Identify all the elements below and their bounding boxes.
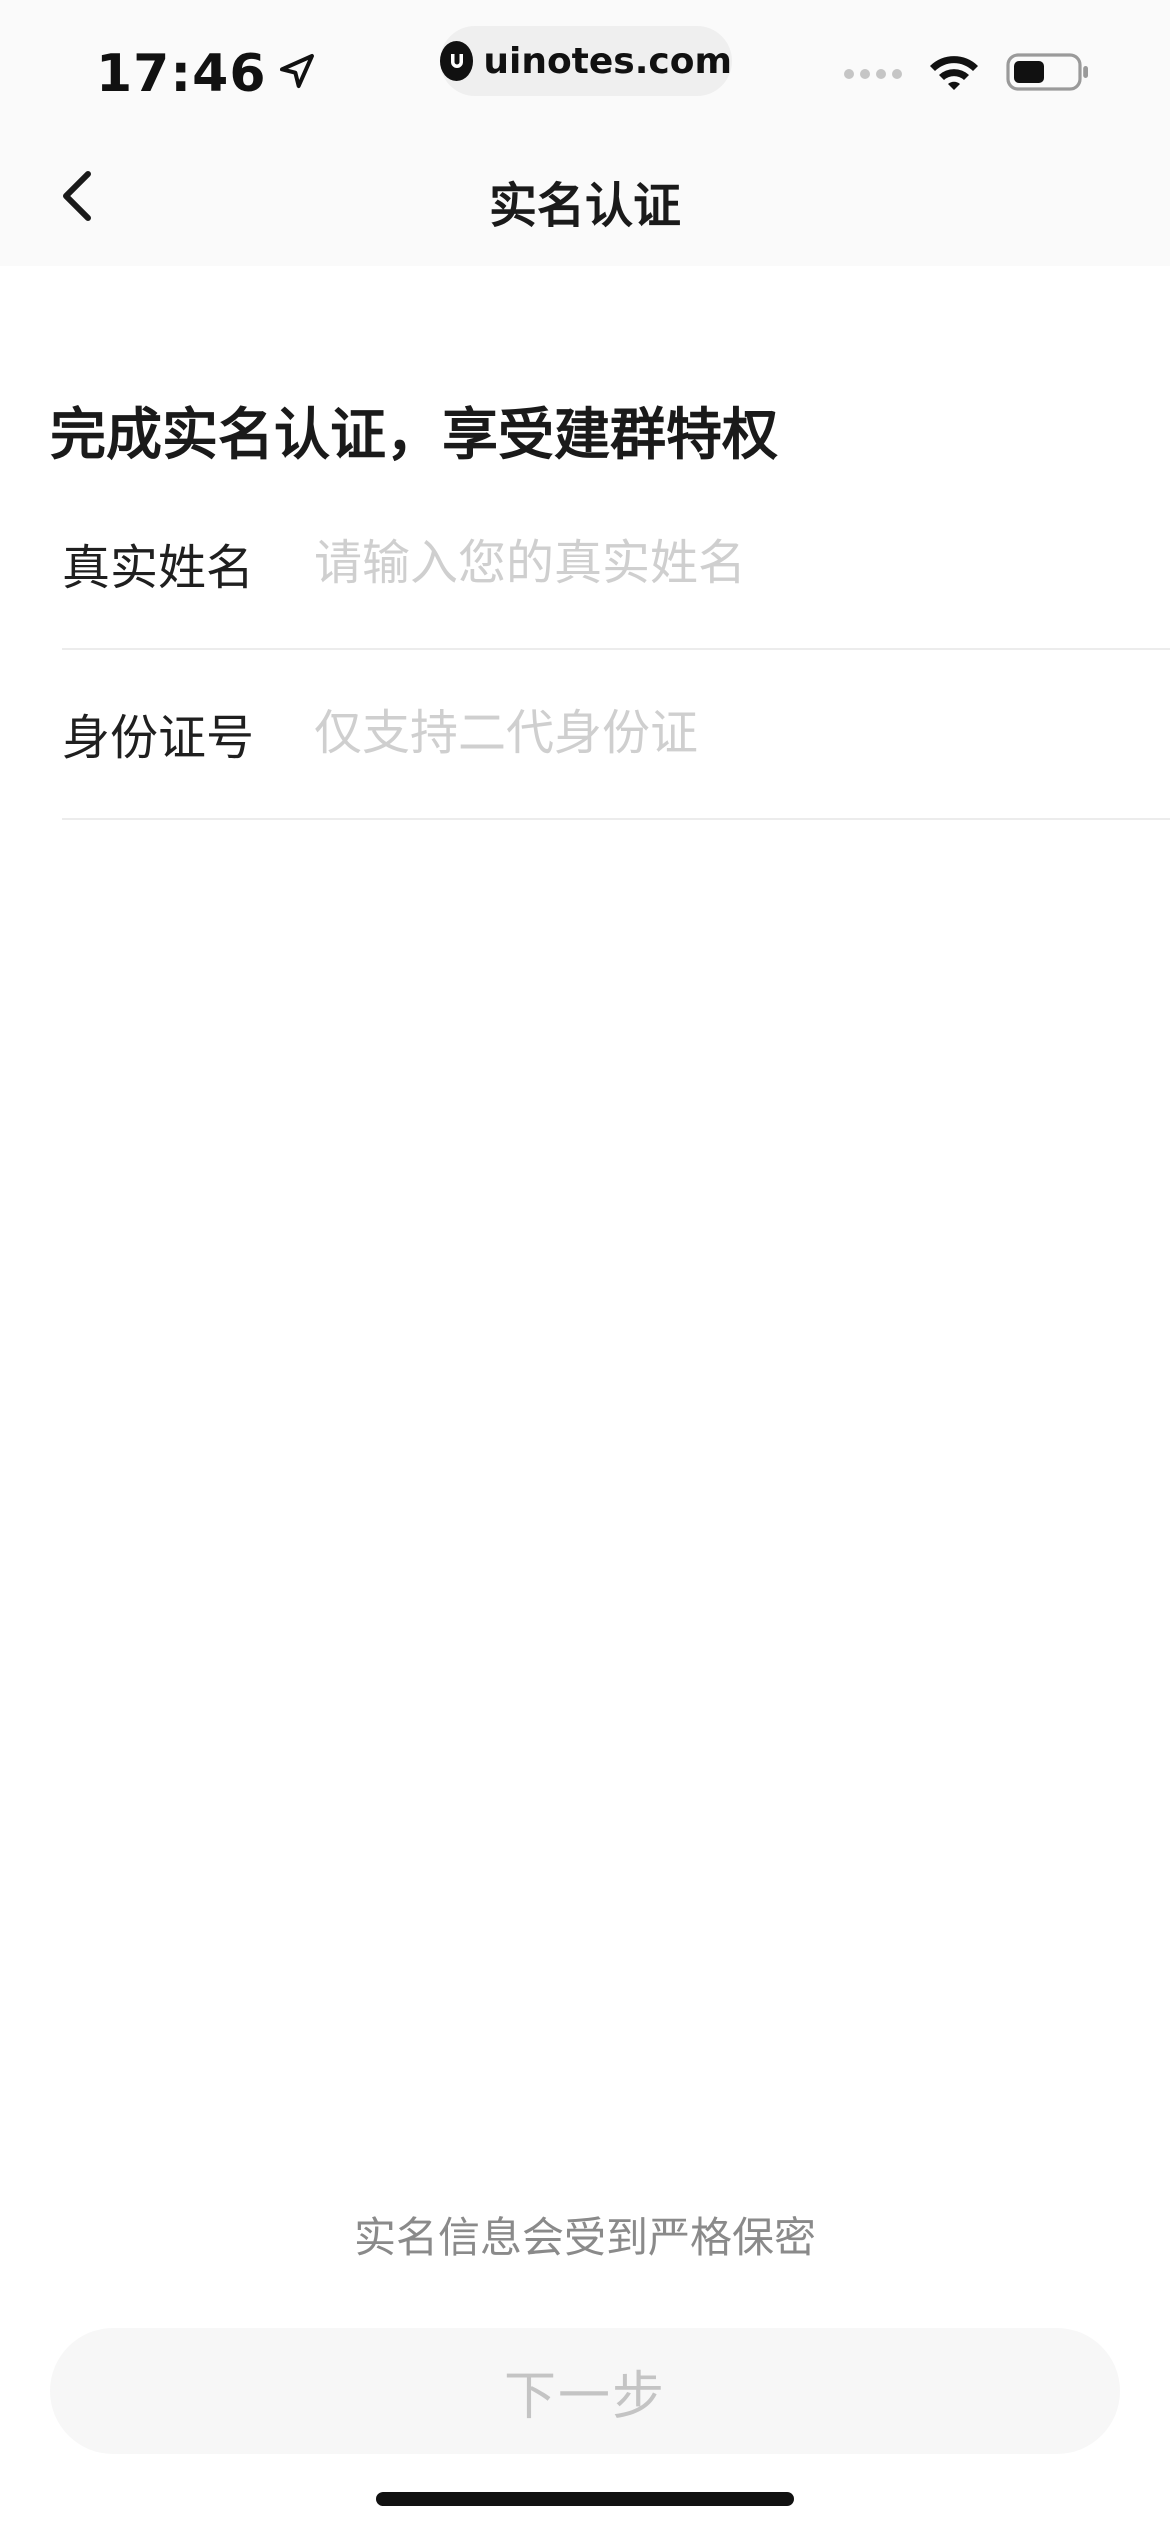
id-number-input[interactable] <box>314 705 1170 761</box>
page-title: 实名认证 <box>488 178 681 234</box>
battery-icon <box>1006 52 1090 96</box>
navigation-bar: 实名认证 <box>0 130 1170 266</box>
real-name-input[interactable] <box>314 535 1170 591</box>
id-number-row: 身份证号 <box>62 648 1170 820</box>
signal-icon <box>844 69 902 79</box>
url-pill[interactable]: uinotes.com <box>440 26 732 96</box>
headline: 完成实名认证，享受建群特权 <box>50 403 778 468</box>
url-text: uinotes.com <box>483 40 732 82</box>
next-step-button[interactable]: 下一步 <box>50 2328 1120 2454</box>
id-number-label: 身份证号 <box>62 710 255 766</box>
site-logo-icon <box>440 41 474 81</box>
status-bar: 17:46 uinotes.com <box>0 0 1170 130</box>
wifi-icon <box>928 52 980 96</box>
status-time-text: 17:46 <box>96 44 267 104</box>
status-icons <box>844 52 1090 96</box>
real-name-row: 真实姓名 <box>62 478 1170 650</box>
status-time: 17:46 <box>96 44 317 104</box>
real-name-label: 真实姓名 <box>62 540 255 596</box>
privacy-note: 实名信息会受到严格保密 <box>353 2213 816 2262</box>
location-arrow-icon <box>277 44 317 104</box>
home-indicator[interactable] <box>376 2492 794 2506</box>
